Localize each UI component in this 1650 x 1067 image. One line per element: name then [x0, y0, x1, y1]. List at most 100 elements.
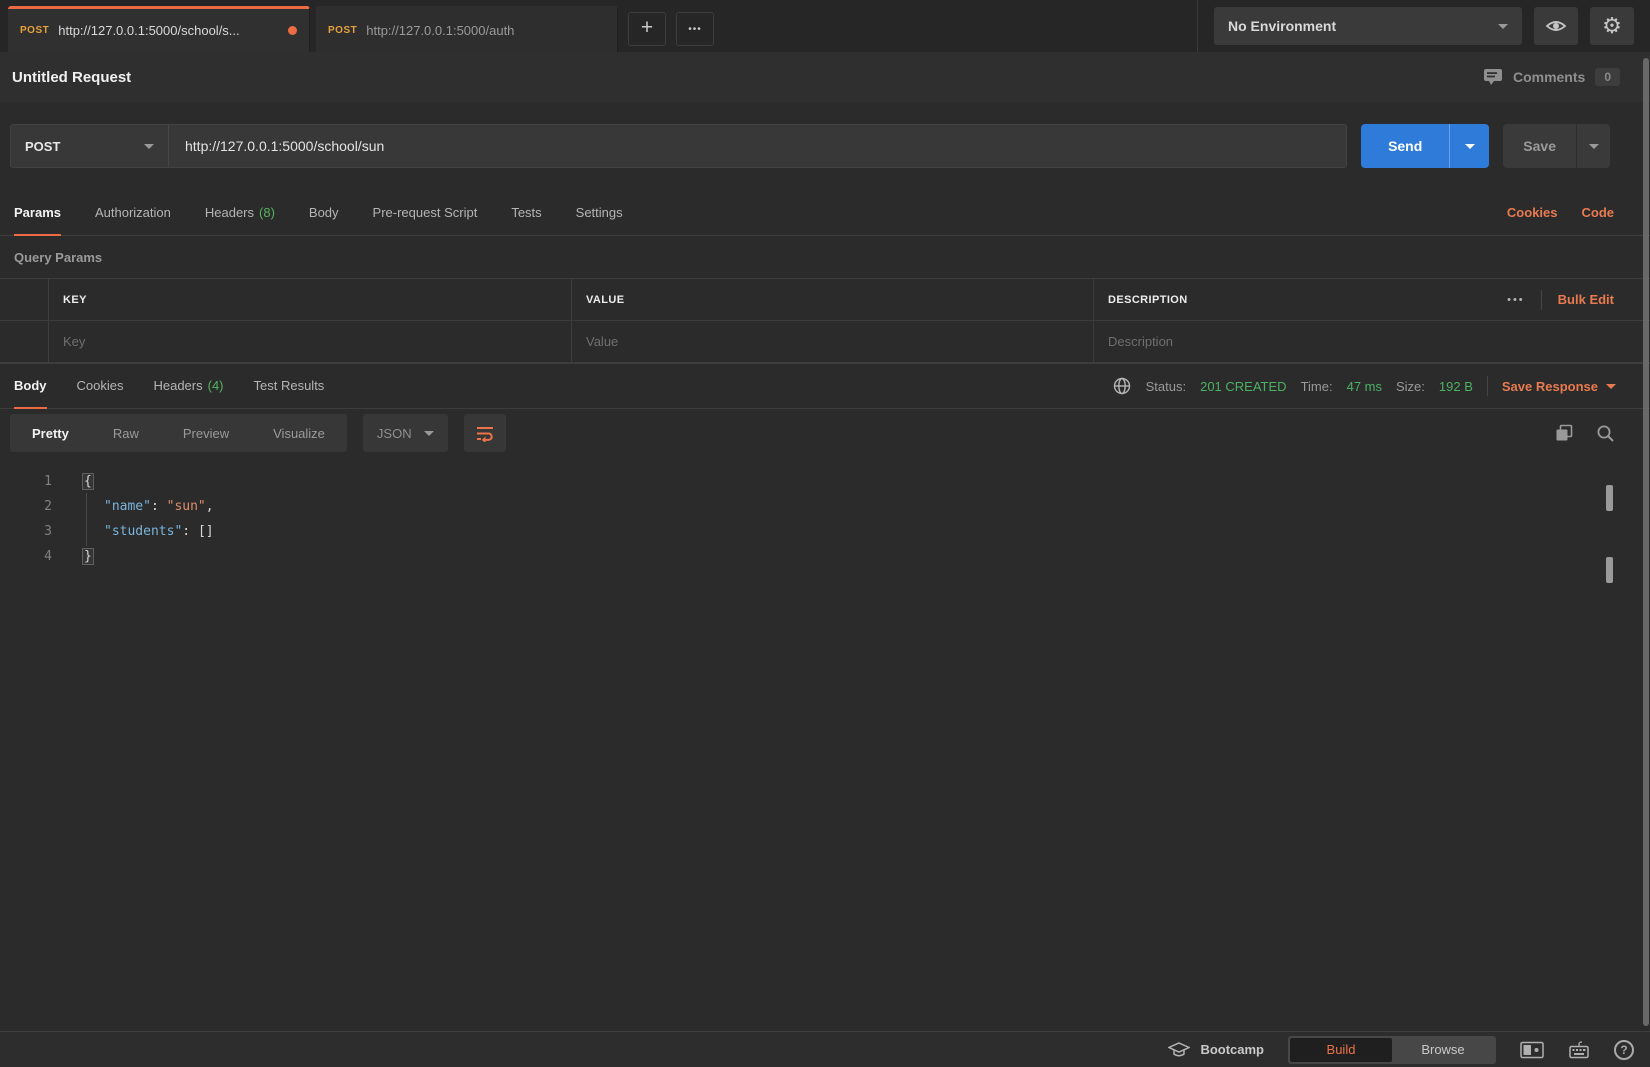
code-link[interactable]: Code: [1582, 205, 1615, 220]
build-toggle[interactable]: Build: [1290, 1037, 1392, 1062]
tab-params[interactable]: Params: [14, 190, 61, 236]
copy-response-button[interactable]: [1554, 423, 1575, 444]
line-number: 3: [44, 524, 52, 539]
network-globe-icon[interactable]: [1112, 376, 1132, 396]
description-cell: [1093, 321, 1650, 362]
tab-settings[interactable]: Settings: [576, 190, 623, 236]
view-preview[interactable]: Preview: [161, 414, 251, 452]
bootcamp-button[interactable]: Bootcamp: [1168, 1041, 1264, 1058]
code-line: 1 {: [0, 469, 1650, 494]
status-label: Status:: [1145, 378, 1187, 394]
indent-guide: [86, 493, 87, 546]
save-button[interactable]: Save: [1503, 124, 1576, 168]
time-value: 47 ms: [1346, 378, 1382, 394]
save-response-label: Save Response: [1501, 378, 1598, 394]
gear-icon: ⚙: [1602, 13, 1622, 38]
editor-scrollbar-thumb[interactable]: [1606, 485, 1613, 511]
tab-headers[interactable]: Headers (8): [205, 190, 275, 236]
value-cell: [571, 321, 1093, 362]
query-params-table: KEY VALUE DESCRIPTION ••• Bulk Edit: [0, 278, 1650, 363]
tab-options-button[interactable]: •••: [676, 12, 714, 46]
line-number: 2: [44, 499, 52, 514]
line-number: 4: [44, 549, 52, 564]
comment-bubble-icon: [1483, 68, 1503, 86]
size-label: Size:: [1396, 378, 1425, 394]
divider: [1540, 289, 1542, 310]
save-response-button[interactable]: Save Response: [1502, 379, 1616, 394]
response-tab-test-results[interactable]: Test Results: [254, 364, 325, 409]
tab-body[interactable]: Body: [309, 190, 339, 236]
params-more-options-button[interactable]: •••: [1507, 294, 1525, 306]
environment-quick-look-button[interactable]: [1534, 7, 1578, 45]
column-description-cell: DESCRIPTION ••• Bulk Edit: [1093, 279, 1650, 320]
divider: [1486, 376, 1488, 396]
graduation-cap-icon: [1168, 1041, 1191, 1058]
query-params-title: Query Params: [14, 249, 103, 265]
postman-app: POST http://127.0.0.1:5000/school/s... P…: [0, 0, 1650, 1067]
bulk-edit-link[interactable]: Bulk Edit: [1558, 292, 1614, 307]
json-comma: ,: [205, 499, 214, 514]
save-options-button[interactable]: [1576, 124, 1610, 168]
open-request-tabs: POST http://127.0.0.1:5000/school/s... P…: [0, 0, 1197, 52]
page-scrollbar[interactable]: [1643, 58, 1649, 1026]
response-tab-body[interactable]: Body: [14, 364, 47, 409]
json-key: "name": [104, 499, 151, 514]
request-tabs: Params Authorization Headers (8) Body Pr…: [0, 190, 1650, 236]
json-colon: :: [182, 524, 198, 539]
url-box: POST: [10, 124, 1348, 168]
help-button[interactable]: ?: [1614, 1039, 1634, 1060]
size-value: 192 B: [1438, 378, 1473, 394]
new-tab-button[interactable]: +: [628, 12, 666, 46]
request-title: Untitled Request: [12, 68, 132, 86]
param-value-input[interactable]: [586, 334, 1079, 349]
response-tab-cookies[interactable]: Cookies: [77, 364, 124, 409]
two-pane-view-button[interactable]: [1520, 1041, 1544, 1059]
response-headers-label: Headers: [153, 378, 203, 393]
response-format-selector[interactable]: JSON: [362, 414, 448, 452]
browse-toggle[interactable]: Browse: [1392, 1038, 1494, 1062]
cookies-link[interactable]: Cookies: [1507, 205, 1558, 220]
param-description-input[interactable]: [1108, 334, 1614, 349]
environment-selector[interactable]: No Environment: [1214, 7, 1522, 45]
comments-count-badge: 0: [1595, 68, 1620, 86]
tab-authorization[interactable]: Authorization: [95, 190, 171, 236]
tab-headers-label: Headers: [204, 204, 255, 220]
tab-tests[interactable]: Tests: [511, 190, 541, 236]
chevron-down-icon: [1588, 143, 1599, 149]
environment-selected-label: No Environment: [1228, 18, 1337, 34]
column-description: DESCRIPTION: [1108, 293, 1188, 306]
settings-button[interactable]: ⚙: [1590, 7, 1634, 45]
code-line: 4 }: [0, 544, 1650, 569]
bootcamp-label: Bootcamp: [1200, 1042, 1264, 1057]
editor-scrollbar-thumb[interactable]: [1606, 557, 1613, 583]
comments-label: Comments: [1512, 69, 1586, 85]
build-browse-toggle: Build Browse: [1288, 1035, 1496, 1064]
headers-count: (8): [259, 204, 275, 220]
request-tab-auth[interactable]: POST http://127.0.0.1:5000/auth: [316, 6, 618, 52]
param-key-input[interactable]: [63, 334, 557, 349]
send-options-button[interactable]: [1449, 124, 1489, 168]
view-visualize[interactable]: Visualize: [251, 414, 347, 452]
request-tab-school[interactable]: POST http://127.0.0.1:5000/school/s...: [8, 6, 310, 52]
send-button-group: Send: [1361, 124, 1490, 168]
search-response-button[interactable]: [1595, 423, 1616, 444]
view-mode-switch: Pretty Raw Preview Visualize: [10, 414, 347, 452]
row-select-column: [0, 321, 48, 362]
chevron-down-icon: [144, 143, 154, 149]
key-cell: [48, 321, 571, 362]
view-raw[interactable]: Raw: [91, 414, 161, 452]
response-tab-headers[interactable]: Headers (4): [153, 364, 223, 409]
viewer-right-actions: [1554, 423, 1616, 444]
tab-pre-request-script[interactable]: Pre-request Script: [373, 190, 478, 236]
wrap-lines-button[interactable]: [463, 414, 506, 452]
view-pretty[interactable]: Pretty: [10, 414, 91, 452]
keyboard-shortcuts-button[interactable]: [1568, 1040, 1590, 1059]
request-url-input[interactable]: [169, 125, 1347, 167]
comments-button[interactable]: Comments 0: [1483, 68, 1620, 86]
response-body-editor[interactable]: 1 { 2 "name": "sun", 3 "students": [] 4 …: [0, 457, 1650, 1031]
send-button[interactable]: Send: [1361, 124, 1449, 168]
method-selector[interactable]: POST: [11, 125, 169, 167]
time-label: Time:: [1300, 378, 1333, 394]
json-colon: :: [150, 499, 167, 514]
json-key: "students": [104, 524, 183, 539]
